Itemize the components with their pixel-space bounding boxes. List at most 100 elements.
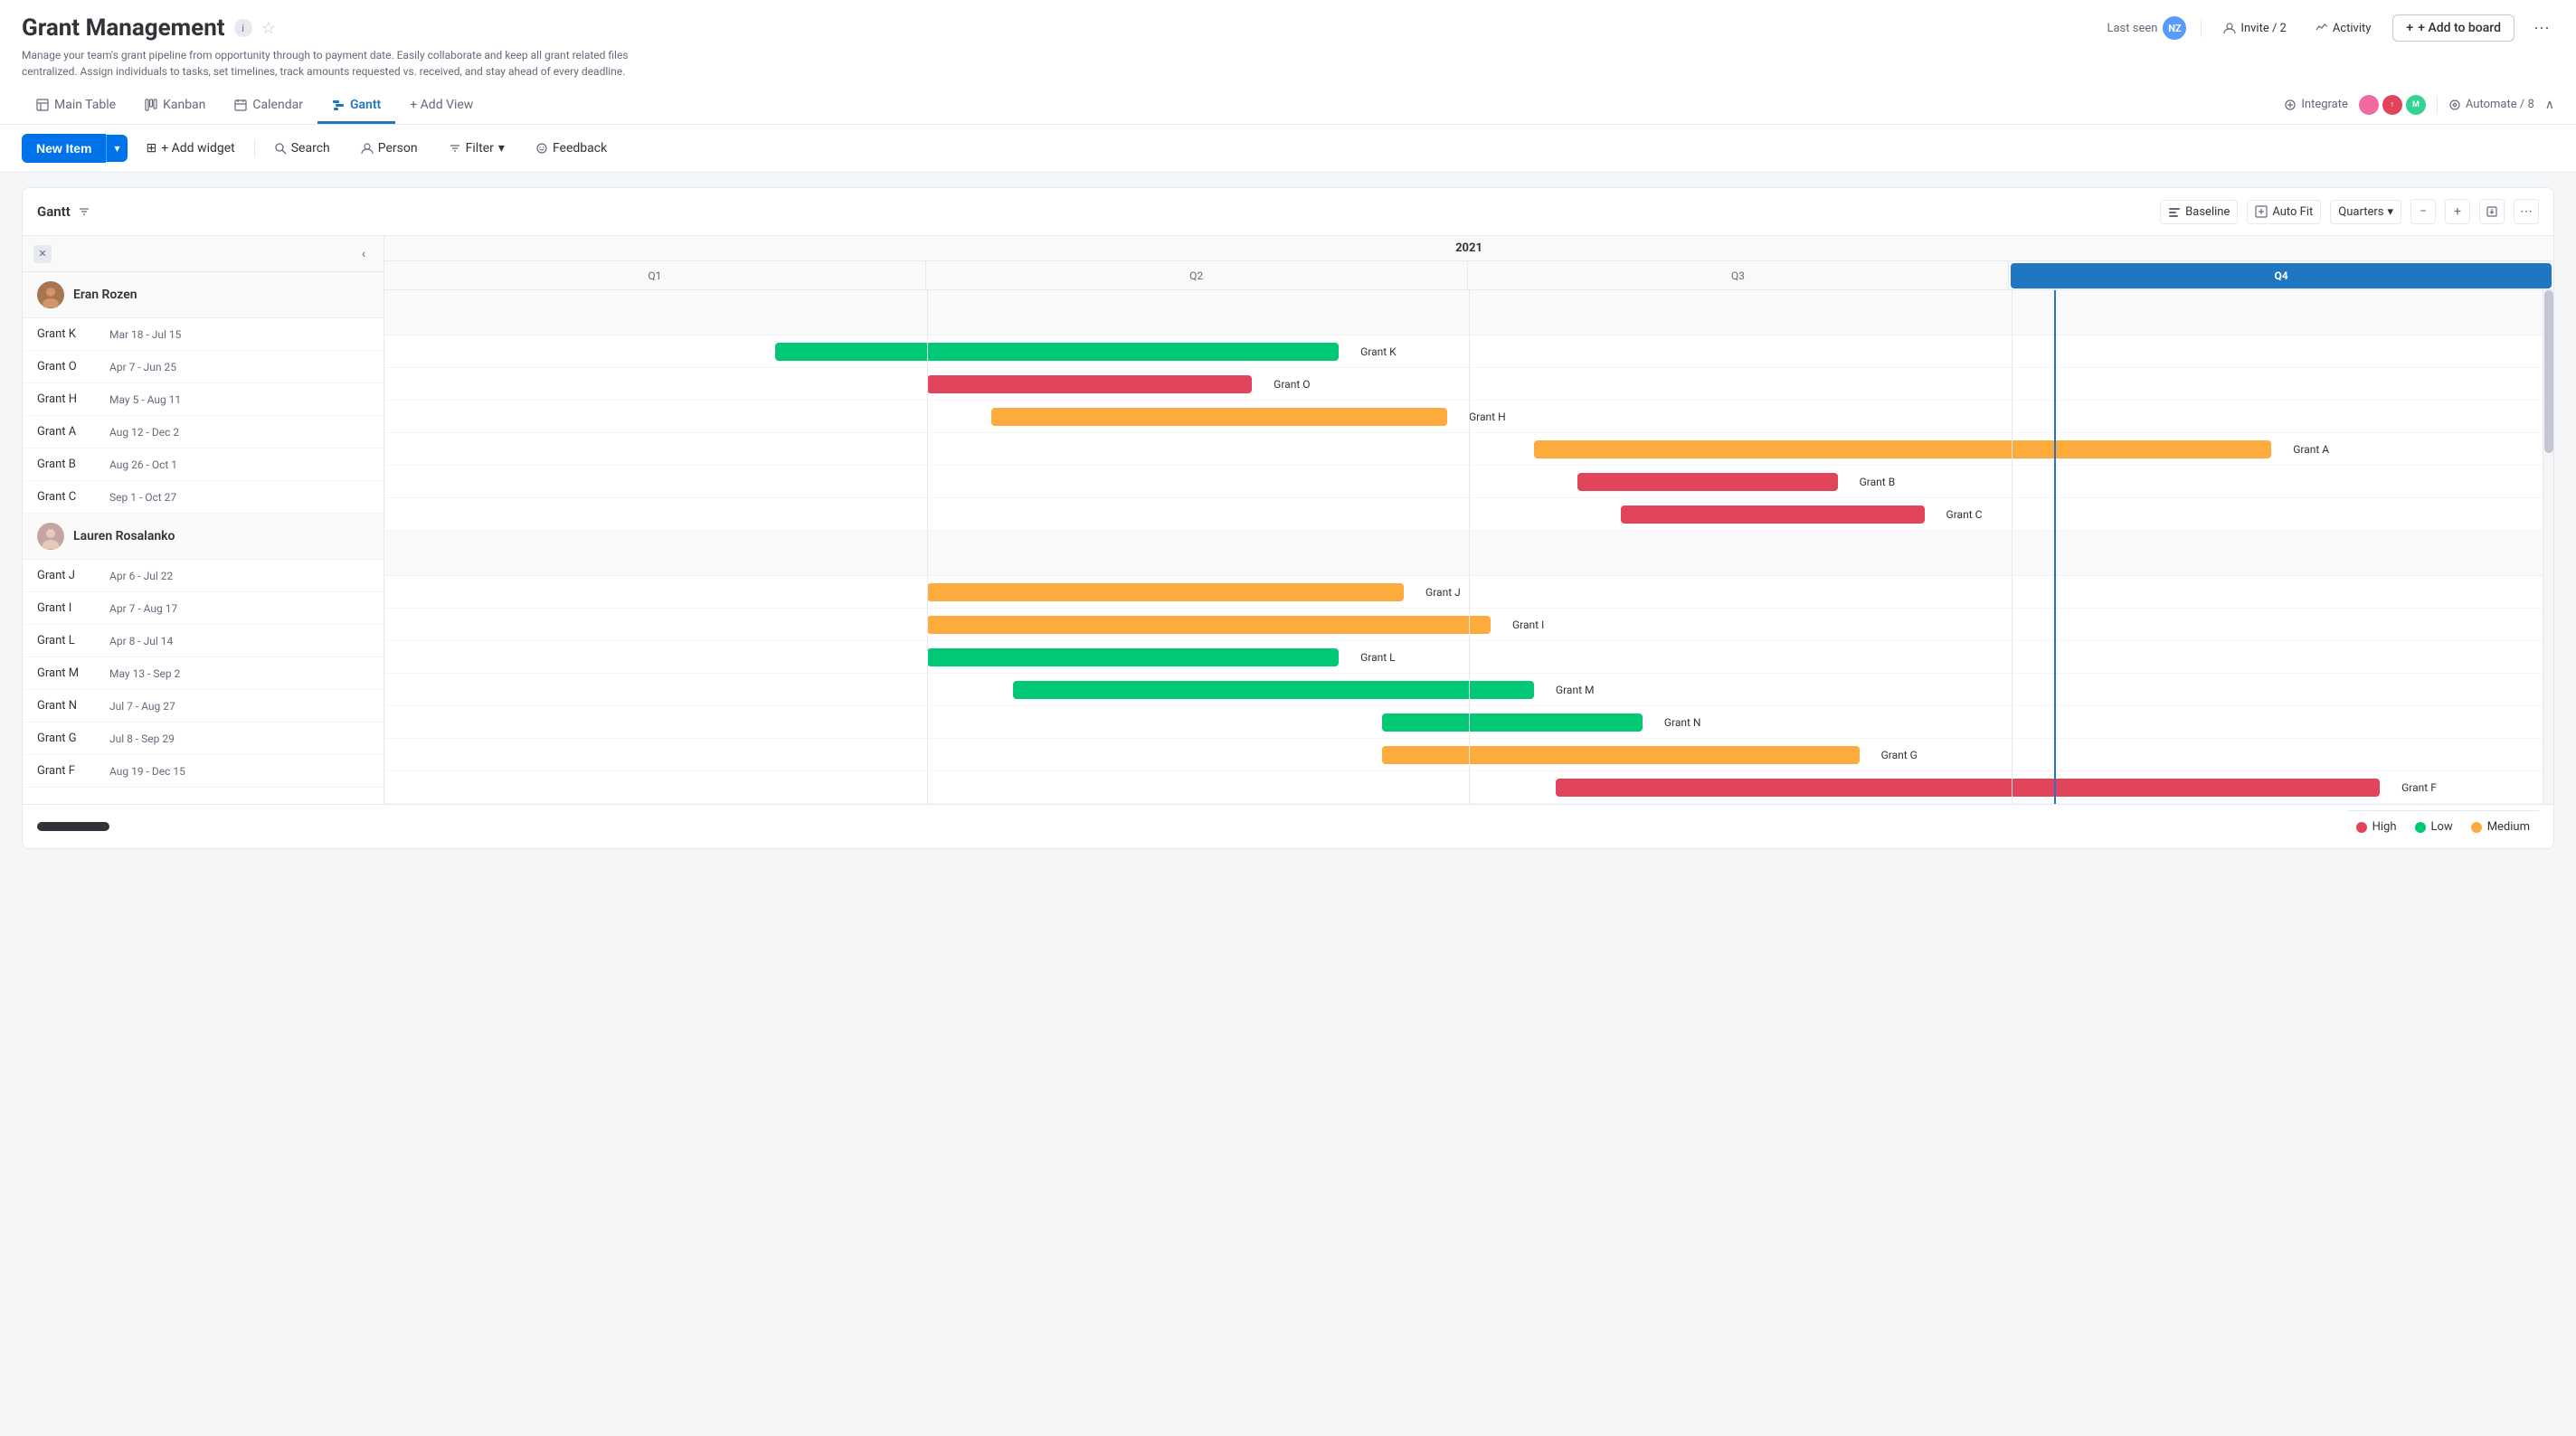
new-item-dropdown-button[interactable]: ▾ — [106, 135, 127, 162]
star-icon[interactable]: ☆ — [261, 19, 276, 38]
bar-grant-l[interactable] — [927, 648, 1340, 666]
person-row-lauren: Lauren Rosalanko — [23, 514, 384, 560]
scrollbar-thumb[interactable] — [2544, 290, 2553, 453]
q1-header: Q1 — [384, 261, 926, 290]
kanban-icon — [145, 99, 157, 111]
add-widget-button[interactable]: ⊞ + Add widget — [135, 134, 247, 163]
zoom-out-button[interactable]: − — [2410, 199, 2436, 224]
bar-grant-m[interactable] — [1013, 681, 1534, 699]
activity-button[interactable]: Activity — [2308, 18, 2379, 39]
feedback-icon — [535, 142, 548, 155]
integration-avatar-1 — [2359, 95, 2379, 115]
last-seen: Last seen NZ — [2107, 16, 2186, 40]
main-content: Gantt Baseline Auto Fit Quarters ▾ − + — [0, 173, 2576, 864]
gantt-filter-icon[interactable] — [78, 205, 90, 218]
avatar-image-lauren — [38, 524, 63, 549]
last-seen-avatar: NZ — [2163, 16, 2186, 40]
bar-label-grant-j: Grant J — [1425, 586, 1461, 599]
integrate-button[interactable]: Integrate — [2284, 98, 2348, 111]
grant-row-f: Grant FAug 19 - Dec 15 — [23, 755, 384, 788]
baseline-label: Baseline — [2185, 205, 2230, 219]
bar-label-grant-a: Grant A — [2293, 443, 2329, 456]
feedback-button[interactable]: Feedback — [524, 134, 619, 163]
toolbar: New Item ▾ ⊞ + Add widget Search Person … — [0, 125, 2576, 173]
bar-label-grant-i: Grant I — [1512, 619, 1544, 631]
bar-label-grant-c: Grant C — [1946, 508, 1983, 521]
bar-label-grant-l: Grant L — [1360, 651, 1396, 664]
search-label: Search — [291, 141, 330, 156]
grant-dates-h: May 5 - Aug 11 — [109, 393, 369, 406]
new-item-button[interactable]: New Item — [22, 134, 106, 163]
grant-name-j: Grant J — [37, 569, 109, 582]
tab-main-table[interactable]: Main Table — [22, 89, 130, 124]
person-button[interactable]: Person — [349, 134, 430, 163]
bar-label-grant-k: Grant K — [1360, 345, 1397, 358]
info-icon[interactable]: i — [234, 19, 252, 37]
quarters-header-row: Q1 Q2 Q3 Q4 — [384, 261, 2553, 290]
auto-fit-button[interactable]: Auto Fit — [2247, 200, 2321, 224]
horizontal-scrollbar-thumb[interactable] — [37, 822, 109, 831]
tab-add-view[interactable]: + Add View — [395, 89, 488, 124]
grant-row-k: Grant KMar 18 - Jul 15 — [23, 318, 384, 351]
grant-dates-o: Apr 7 - Jun 25 — [109, 361, 369, 373]
bar-grant-i[interactable] — [927, 616, 1491, 634]
bar-grant-g[interactable] — [1382, 746, 1860, 764]
zoom-in-button[interactable]: + — [2445, 199, 2470, 224]
filter-button[interactable]: Filter ▾ — [437, 134, 516, 163]
bar-grant-j[interactable] — [927, 583, 1405, 601]
baseline-button[interactable]: Baseline — [2160, 200, 2238, 224]
more-options-button[interactable]: ⋯ — [2529, 15, 2554, 41]
bar-grant-b[interactable] — [1577, 473, 1838, 491]
legend: High Low Medium — [2347, 810, 2539, 843]
search-icon — [274, 142, 287, 155]
grant-row-c: Grant CSep 1 - Oct 27 — [23, 481, 384, 514]
bar-grant-a[interactable] — [1534, 440, 2271, 458]
grant-dates-n: Jul 7 - Aug 27 — [109, 700, 369, 713]
grant-name-h: Grant H — [37, 392, 109, 406]
legend-dot-medium — [2471, 822, 2482, 833]
bar-grant-k[interactable] — [775, 343, 1339, 361]
gantt-more-button[interactable]: ⋯ — [2514, 199, 2539, 224]
nav-tabs: Main Table Kanban Calendar Gantt + Add V… — [22, 89, 488, 124]
bar-grant-n[interactable] — [1382, 713, 1643, 732]
bar-grant-h[interactable] — [991, 408, 1447, 426]
bar-label-grant-o: Grant O — [1274, 378, 1310, 391]
grant-row-g: Grant GJul 8 - Sep 29 — [23, 723, 384, 755]
scrollbar-track[interactable] — [2543, 290, 2553, 804]
bar-grant-o[interactable] — [927, 375, 1253, 393]
grant-dates-g: Jul 8 - Sep 29 — [109, 732, 369, 745]
export-button[interactable] — [2479, 199, 2505, 224]
bar-label-grant-n: Grant N — [1664, 716, 1701, 729]
q2-q3-grid-line — [1469, 290, 1470, 804]
bar-grant-c[interactable] — [1621, 505, 1925, 524]
tab-kanban-label: Kanban — [163, 98, 205, 112]
gantt-controls: Baseline Auto Fit Quarters ▾ − + ⋯ — [2160, 199, 2539, 224]
tab-gantt[interactable]: Gantt — [317, 89, 395, 124]
filter-chevron-icon: ▾ — [498, 141, 505, 156]
add-to-board-button[interactable]: + + Add to board — [2392, 14, 2514, 42]
grant-dates-m: May 13 - Sep 2 — [109, 667, 369, 680]
grant-dates-i: Apr 7 - Aug 17 — [109, 602, 369, 615]
tab-kanban[interactable]: Kanban — [130, 89, 220, 124]
invite-button[interactable]: Invite / 2 — [2216, 18, 2293, 39]
gantt-icon — [332, 99, 345, 111]
hide-columns-button[interactable]: ✕ — [33, 245, 52, 263]
auto-fit-icon — [2255, 205, 2268, 218]
collapse-nav-button[interactable]: ∧ — [2545, 98, 2554, 112]
gantt-body: ✕ ‹ Eran Rozen Grant KMar 18 - Jul 15 Gr… — [23, 236, 2553, 804]
grant-row-a: Grant AAug 12 - Dec 2 — [23, 416, 384, 449]
tab-calendar[interactable]: Calendar — [220, 89, 317, 124]
collapse-left-button[interactable]: ‹ — [355, 245, 373, 263]
grant-name-g: Grant G — [37, 732, 109, 745]
quarters-label: Quarters — [2338, 205, 2383, 219]
automate-icon — [2448, 99, 2461, 111]
integrate-label: Integrate — [2301, 98, 2348, 111]
q4-header: Q4 — [2011, 263, 2552, 288]
quarters-chevron-icon: ▾ — [2387, 205, 2393, 219]
bar-grant-f[interactable] — [1556, 779, 2380, 797]
automate-button[interactable]: Automate / 8 — [2448, 98, 2534, 111]
timeline-header: 2021 Q1 Q2 Q3 Q4 — [384, 236, 2553, 290]
page-header: Grant Management i ☆ Last seen NZ Invite… — [0, 0, 2576, 125]
quarters-select[interactable]: Quarters ▾ — [2330, 200, 2401, 224]
search-button[interactable]: Search — [262, 134, 342, 163]
